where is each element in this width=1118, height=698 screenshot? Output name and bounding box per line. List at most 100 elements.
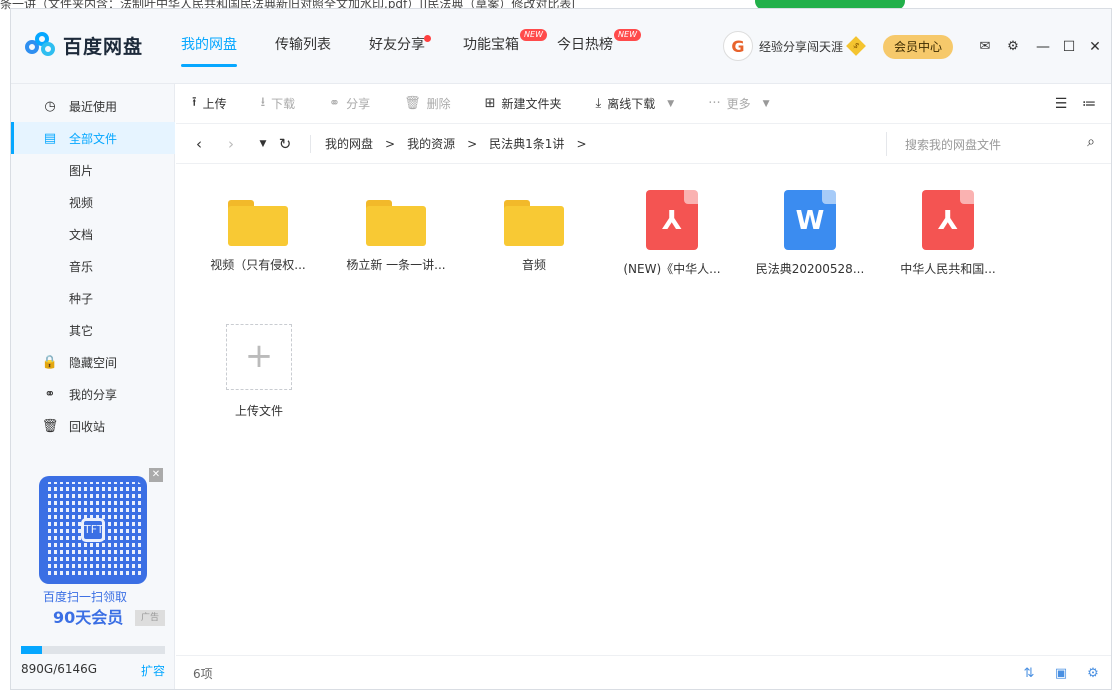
breadcrumb-separator-icon: > [467, 136, 478, 151]
close-icon[interactable]: ✕ [1085, 37, 1105, 57]
user-profile[interactable]: G 经验分享闯天涯 $ [723, 31, 866, 61]
vip-diamond-icon: $ [846, 36, 866, 56]
tool-icon[interactable]: ⚙ [1083, 664, 1103, 684]
toolbar-label: 新建文件夹 [501, 97, 562, 111]
delete-button[interactable]: 🗑 删除 [404, 95, 451, 112]
status-bar: 6项 ⇅ ▣ ⚙ [176, 655, 1111, 689]
file-item[interactable]: W 民法典20200528... [750, 164, 870, 277]
file-item[interactable]: 音频 [474, 164, 594, 273]
file-item[interactable]: 视频（只有侵权... [198, 164, 318, 273]
new-badge: NEW [614, 29, 641, 41]
sidebar-item-my-shares[interactable]: ⚭ 我的分享 [11, 378, 175, 410]
share-button[interactable]: ⚭ 分享 [329, 95, 370, 112]
qr-center-logo: TFT [81, 518, 105, 542]
sidebar-item-images[interactable]: 图片 [11, 154, 175, 186]
folder-icon [504, 200, 564, 246]
gift-icon[interactable]: ▣ [1051, 664, 1071, 684]
storage-quota-text: 890G/6146G [21, 662, 98, 676]
sidebar-item-recycle-bin[interactable]: 🗑 回收站 [11, 410, 175, 442]
upload-button[interactable]: ⭱ 上传 [192, 93, 227, 115]
toolbar-label: 删除 [426, 97, 451, 111]
sidebar: ◷ 最近使用 ▤ 全部文件 图片 视频 文档 音乐 种子 其它 🔒 隐藏空间 ⚭ 我的分… [11, 84, 175, 689]
minimize-icon[interactable]: — [1033, 37, 1053, 57]
file-name: 中华人民共和国... [900, 262, 996, 276]
file-item[interactable]: ⅄ (NEW)《中华人... [612, 164, 732, 277]
toolbar-label: 分享 [346, 97, 371, 111]
nav-my-disk[interactable]: 我的网盘 [181, 33, 237, 67]
app-logo-text: 百度网盘 [63, 35, 144, 58]
upload-file-tile[interactable]: + [226, 324, 292, 390]
close-promo-icon[interactable]: ✕ [149, 468, 163, 482]
status-icons: ⇅ ▣ ⚙ [1007, 664, 1103, 684]
sidebar-item-label: 图片 [69, 163, 94, 178]
storage-quota-bar [21, 646, 165, 654]
user-name: 经验分享闯天涯 [759, 39, 844, 54]
history-dropdown-icon[interactable]: ▼ [256, 139, 270, 149]
trash-icon: 🗑 [41, 418, 59, 434]
download-icon: ⭳ [260, 94, 266, 110]
sidebar-item-documents[interactable]: 文档 [11, 218, 175, 250]
search-input[interactable]: 搜索我的网盘文件 ⌕ [886, 132, 1101, 156]
sidebar-item-hidden-space[interactable]: 🔒 隐藏空间 [11, 346, 175, 378]
chevron-down-icon: ▼ [667, 98, 675, 109]
breadcrumb-my-disk[interactable]: 我的网盘 [325, 135, 373, 152]
share-icon: ⚭ [44, 386, 56, 402]
transfer-icon[interactable]: ⇅ [1019, 664, 1039, 684]
new-badge: NEW [520, 29, 547, 41]
forward-icon[interactable]: › [224, 135, 238, 153]
new-folder-button[interactable]: ⊞ 新建文件夹 [485, 95, 562, 112]
clock-icon: ◷ [44, 98, 56, 114]
breadcrumb-my-resources[interactable]: 我的资源 [407, 135, 455, 152]
file-name: 杨立新 一条一讲... [346, 258, 446, 272]
offline-download-icon: ⤓ [595, 96, 602, 111]
refresh-icon[interactable]: ↻ [278, 135, 292, 153]
back-icon[interactable]: ‹ [192, 135, 206, 153]
upload-icon: ⭱ [192, 94, 197, 110]
sidebar-item-all-files[interactable]: ▤ 全部文件 [11, 122, 175, 154]
toolbar-label: 下载 [271, 97, 296, 111]
nav-transfer-list[interactable]: 传输列表 [275, 33, 331, 67]
share-icon: ⚭ [329, 96, 341, 111]
nav-hot-list[interactable]: 今日热榜 NEW [557, 29, 641, 67]
nav-label: 今日热榜 [557, 37, 613, 53]
search-icon[interactable]: ⌕ [1087, 134, 1095, 150]
nav-label: 功能宝箱 [463, 37, 519, 53]
chevron-down-icon: ▼ [762, 98, 770, 109]
sort-icon[interactable]: ☰ [1051, 94, 1071, 114]
list-view-icon[interactable]: ≔ [1079, 94, 1099, 114]
settings-icon[interactable]: ⚙ [1003, 37, 1023, 57]
pdf-file-icon: ⅄ [922, 190, 974, 250]
vip-center-button[interactable]: 会员中心 [883, 35, 953, 59]
promo-banner[interactable]: TFT ✕ 百度扫一扫领取 90天会员 广告 [23, 468, 165, 628]
sidebar-item-torrents[interactable]: 种子 [11, 282, 175, 314]
breadcrumb-current-folder[interactable]: 民法典1条1讲 [489, 135, 564, 152]
nav-friend-share[interactable]: 好友分享 [369, 33, 431, 67]
more-button[interactable]: ··· 更多 ▼ [708, 95, 769, 112]
search-placeholder: 搜索我的网盘文件 [905, 137, 1002, 152]
app-logo[interactable]: 百度网盘 [25, 29, 143, 61]
file-name: (NEW)《中华人... [623, 262, 721, 276]
notification-dot [424, 35, 431, 42]
sidebar-item-label: 其它 [69, 323, 94, 338]
file-item[interactable]: ⅄ 中华人民共和国... [888, 164, 1008, 277]
file-item[interactable]: 杨立新 一条一讲... [336, 164, 456, 273]
sidebar-item-videos[interactable]: 视频 [11, 186, 175, 218]
sidebar-item-music[interactable]: 音乐 [11, 250, 175, 282]
sidebar-item-label: 全部文件 [69, 131, 118, 146]
sidebar-item-label: 种子 [69, 291, 94, 306]
cloud-logo-icon [25, 32, 55, 58]
sidebar-item-others[interactable]: 其它 [11, 314, 175, 346]
sidebar-item-recent[interactable]: ◷ 最近使用 [11, 90, 175, 122]
mail-icon[interactable]: ✉ [975, 37, 995, 57]
avatar: G [723, 31, 753, 61]
maximize-icon[interactable]: ☐ [1059, 37, 1079, 57]
storage-quota-fill [21, 646, 42, 654]
trash-icon: 🗑 [404, 96, 421, 111]
nav-feature-box[interactable]: 功能宝箱 NEW [463, 29, 547, 67]
download-button[interactable]: ⭳ 下载 [261, 93, 296, 115]
ad-label: 广告 [135, 610, 165, 626]
expand-storage-link[interactable]: 扩容 [141, 662, 165, 679]
offline-download-button[interactable]: ⤓ 离线下载 ▼ [596, 95, 675, 112]
breadcrumb-separator-icon: > [385, 136, 396, 151]
lock-icon: 🔒 [41, 354, 59, 370]
